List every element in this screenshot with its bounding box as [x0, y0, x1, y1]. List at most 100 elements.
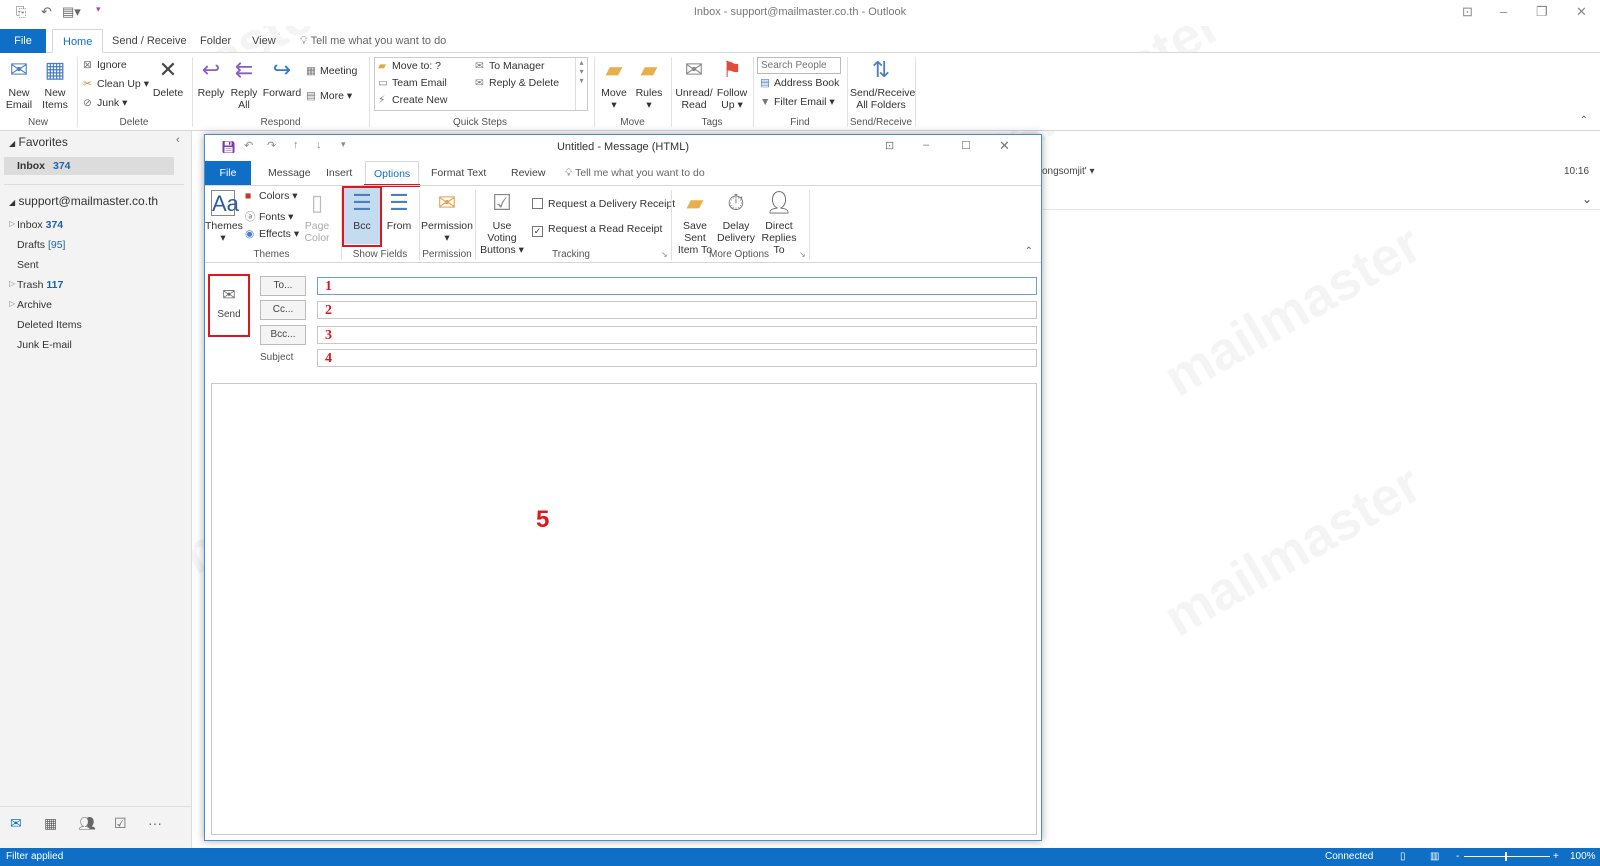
tracking-launcher-icon[interactable]: ↘	[661, 250, 668, 259]
move-button[interactable]: ▰ Move ▾	[598, 57, 630, 111]
reading-view-icon[interactable]: ▥	[1430, 851, 1439, 862]
send-receive-all-button[interactable]: ⇅ Send/Receive All Folders	[850, 57, 915, 111]
rules-button[interactable]: ▰ Rules ▾	[633, 57, 665, 111]
bcc-field-button[interactable]: Bcc...	[260, 325, 306, 345]
tab-file[interactable]: File	[0, 29, 46, 53]
junk-button[interactable]: ⊘ Junk ▾	[83, 97, 127, 109]
gallery-scrollbar[interactable]: ▴ ▾ ▾	[575, 58, 587, 110]
compose-tab-insert[interactable]: Insert	[318, 161, 360, 185]
zoom-out-button[interactable]: -	[1456, 851, 1459, 862]
delivery-receipt-checkbox[interactable]: Request a Delivery Receipt	[532, 198, 675, 210]
calendar-icon[interactable]: ▦	[44, 815, 57, 832]
sender-name[interactable]: ongsomjit' ▾	[1042, 166, 1095, 177]
new-email-button[interactable]: ✉ New Email	[2, 57, 36, 111]
label: Move	[601, 87, 627, 99]
delete-button[interactable]: ✕ Delete	[150, 57, 186, 99]
quick-step-to-manager[interactable]: ✉ To Manager	[475, 60, 544, 72]
minimize-icon[interactable]: –	[1500, 4, 1507, 19]
compose-tab-format-text[interactable]: Format Text	[423, 161, 494, 185]
filter-email-button[interactable]: ▼ Filter Email ▾	[760, 96, 835, 108]
quick-step-team-email[interactable]: ▭ Team Email	[378, 77, 447, 89]
mail-icon[interactable]: ✉	[10, 815, 22, 832]
label: From	[386, 220, 412, 232]
permission-button[interactable]: ✉ Permission ▾	[421, 190, 473, 244]
quick-step-create-new[interactable]: ⚡︎ Create New	[378, 94, 447, 106]
cc-field[interactable]: 2	[317, 301, 1037, 319]
direct-replies-button[interactable]: 👤︎ Direct Replies To	[756, 190, 802, 256]
more-apps-icon[interactable]: ···	[148, 815, 162, 831]
label: Rules	[635, 87, 663, 99]
to-field[interactable]: 1	[317, 277, 1037, 295]
collapse-pane-icon[interactable]: ‹	[176, 134, 180, 146]
close-icon[interactable]: ✕	[999, 138, 1010, 154]
maximize-icon[interactable]: ☐	[961, 139, 971, 152]
colors-button[interactable]: ■ Colors ▾	[245, 190, 298, 202]
save-sent-item-button[interactable]: ▰ Save Sent Item To	[673, 190, 717, 256]
folder-trash[interactable]: ▷ Trash 117	[9, 279, 63, 291]
read-receipt-checkbox[interactable]: ✓ Request a Read Receipt	[532, 223, 662, 237]
meeting-button[interactable]: ▦ Meeting	[306, 65, 357, 77]
people-icon[interactable]: 👥︎	[78, 815, 96, 832]
ribbon-display-icon[interactable]: ⊡	[1462, 4, 1473, 20]
subject-field[interactable]: 4	[317, 349, 1037, 367]
ignore-button[interactable]: ⊠ Ignore	[83, 59, 127, 71]
message-body[interactable]: 5	[211, 383, 1037, 835]
effects-button[interactable]: ◉ Effects ▾	[245, 228, 299, 240]
folder-junk[interactable]: Junk E-mail	[17, 339, 72, 351]
folder-deleted-items[interactable]: Deleted Items	[17, 319, 82, 331]
tell-me-box[interactable]: 💡︎ Tell me what you want to do	[290, 29, 456, 53]
from-button[interactable]: ☰ From	[383, 190, 415, 232]
zoom-slider[interactable]	[1464, 856, 1550, 857]
quick-step-move-to[interactable]: ▰ Move to: ?	[378, 60, 441, 72]
reply-all-button[interactable]: ⇇ Reply All	[229, 57, 259, 111]
restore-icon[interactable]: ❐	[1536, 4, 1548, 20]
more-respond-button[interactable]: ▤ More ▾	[306, 90, 352, 102]
compose-tab-message[interactable]: Message	[260, 161, 319, 185]
tab-send-receive[interactable]: Send / Receive	[102, 29, 197, 53]
compose-tell-me[interactable]: 💡︎ Tell me what you want to do	[557, 161, 713, 185]
zoom-in-button[interactable]: +	[1553, 851, 1559, 862]
bcc-field[interactable]: 3	[317, 326, 1037, 344]
voting-buttons-button[interactable]: ☑ Use Voting Buttons ▾	[478, 190, 526, 256]
reply-button[interactable]: ↩ Reply	[196, 57, 226, 99]
page-color-button[interactable]: ▯ Page Color	[301, 190, 333, 244]
compose-tab-options[interactable]: Options	[363, 161, 421, 187]
clean-up-button[interactable]: ✂ Clean Up ▾	[83, 78, 149, 90]
folder-drafts[interactable]: Drafts [95]	[17, 239, 65, 251]
close-icon[interactable]: ✕	[1576, 4, 1587, 20]
folder-archive[interactable]: ▷ Archive	[9, 299, 52, 311]
follow-up-button[interactable]: ⚑ Follow Up ▾	[715, 57, 749, 111]
compose-tab-file[interactable]: File	[205, 161, 251, 185]
fonts-icon: ⓐ	[245, 211, 256, 223]
folder-sent[interactable]: Sent	[17, 259, 39, 271]
ribbon-display-icon[interactable]: ⊡	[885, 139, 894, 152]
account-header[interactable]: ◢ support@mailmaster.co.th	[9, 194, 158, 208]
to-button[interactable]: To...	[260, 276, 306, 296]
tab-folder[interactable]: Folder	[190, 29, 241, 53]
quick-step-reply-delete[interactable]: ✉ Reply & Delete	[475, 77, 559, 89]
minimize-icon[interactable]: –	[923, 139, 929, 151]
normal-view-icon[interactable]: ▯	[1400, 851, 1406, 862]
fonts-button[interactable]: ⓐ Fonts ▾	[245, 209, 293, 224]
more-options-launcher-icon[interactable]: ↘	[799, 250, 806, 259]
label: Colors	[259, 190, 290, 202]
collapse-ribbon-icon[interactable]: ⌃	[1025, 246, 1033, 257]
folder-inbox[interactable]: ▷ Inbox 374	[9, 219, 63, 231]
collapse-ribbon-icon[interactable]: ⌃	[1580, 115, 1588, 126]
zoom-slider-thumb[interactable]	[1505, 852, 1507, 861]
forward-button[interactable]: ↪ Forward	[262, 57, 302, 99]
delay-delivery-button[interactable]: ⏱︎ Delay Delivery	[717, 190, 755, 244]
favorites-header[interactable]: ◢ Favorites	[9, 135, 68, 149]
unread-read-button[interactable]: ✉ Unread/ Read	[674, 57, 714, 111]
expand-chevron-icon[interactable]: ⌄	[1582, 192, 1592, 206]
search-people-input[interactable]	[757, 57, 841, 74]
tasks-icon[interactable]: ☑	[114, 815, 127, 832]
cc-button[interactable]: Cc...	[260, 300, 306, 320]
new-items-button[interactable]: ▦ New Items	[38, 57, 72, 111]
favorite-inbox[interactable]: Inbox 374	[4, 157, 174, 175]
compose-tab-review[interactable]: Review	[503, 161, 553, 185]
tab-view[interactable]: View	[242, 29, 286, 53]
themes-button[interactable]: Aa Themes ▾	[205, 190, 243, 244]
tab-home[interactable]: Home	[52, 29, 104, 53]
address-book-button[interactable]: ▤ Address Book	[760, 77, 839, 89]
